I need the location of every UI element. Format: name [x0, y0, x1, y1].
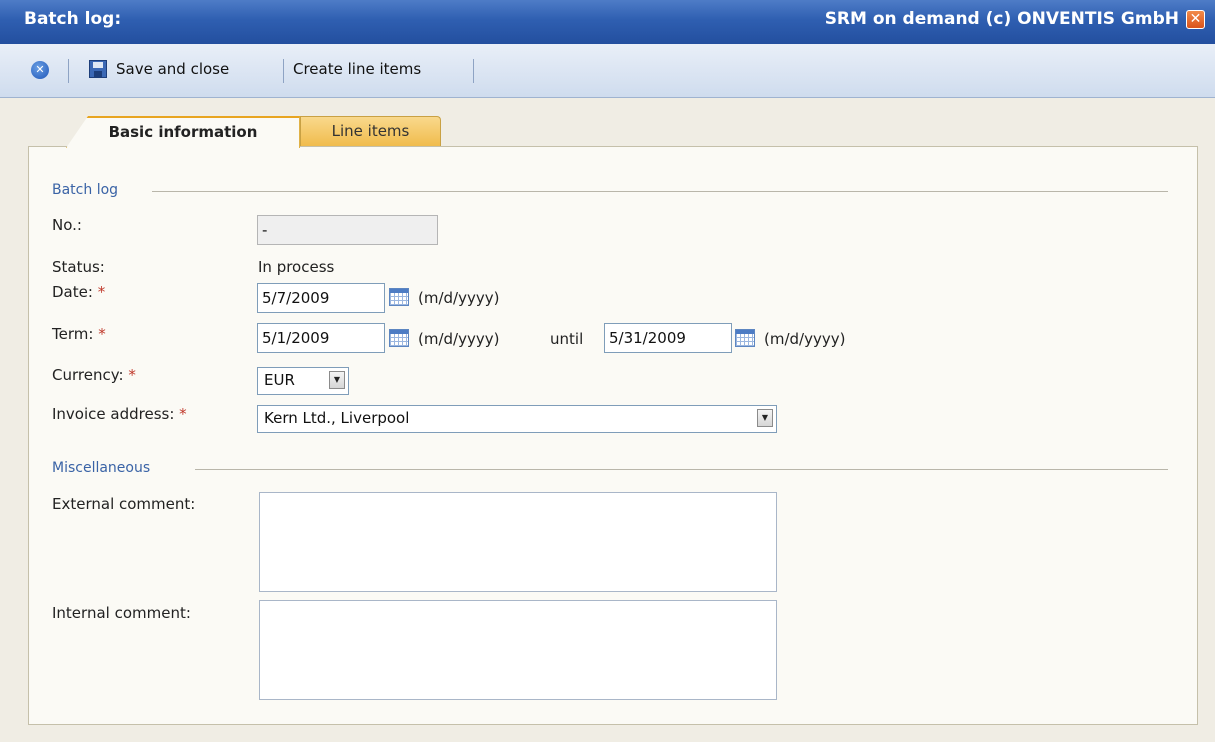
chevron-down-icon[interactable]: ▼	[757, 409, 773, 427]
toolbar-separator	[68, 59, 69, 83]
no-field: -	[257, 215, 438, 245]
section-divider	[195, 469, 1168, 470]
title-bar: Batch log: SRM on demand (c) ONVENTIS Gm…	[0, 0, 1215, 44]
date-input[interactable]: 5/7/2009	[257, 283, 385, 313]
create-line-items-button[interactable]: Create line items	[293, 60, 421, 78]
currency-select[interactable]: EUR ▼	[257, 367, 349, 395]
required-marker: *	[179, 405, 187, 423]
internal-comment-label: Internal comment:	[52, 604, 191, 622]
brand-label: SRM on demand (c) ONVENTIS GmbH	[824, 9, 1179, 29]
invoice-address-select[interactable]: Kern Ltd., Liverpool ▼	[257, 405, 777, 433]
section-miscellaneous: Miscellaneous	[52, 460, 151, 476]
currency-value: EUR	[264, 371, 295, 389]
date-format-hint: (m/d/yyyy)	[418, 289, 500, 307]
status-value: In process	[258, 258, 335, 276]
until-label: until	[550, 330, 584, 348]
close-icon[interactable]: ✕	[1186, 10, 1205, 29]
date-label: Date: *	[52, 283, 106, 301]
external-comment-label: External comment:	[52, 495, 196, 513]
term-to-format-hint: (m/d/yyyy)	[764, 330, 846, 348]
toolbar-separator	[283, 59, 284, 83]
external-comment-textarea[interactable]	[259, 492, 777, 592]
tab-line-items[interactable]: Line items	[300, 116, 441, 147]
required-marker: *	[98, 325, 106, 343]
calendar-icon[interactable]	[735, 329, 755, 347]
calendar-icon[interactable]	[389, 288, 409, 306]
cancel-circle-icon[interactable]: ✕	[31, 61, 49, 79]
section-batch-log: Batch log	[52, 182, 119, 198]
term-label: Term: *	[52, 325, 106, 343]
window-title: Batch log:	[24, 9, 122, 29]
term-from-input[interactable]: 5/1/2009	[257, 323, 385, 353]
invoice-address-label: Invoice address: *	[52, 405, 187, 423]
save-and-close-button[interactable]: Save and close	[116, 60, 229, 78]
chevron-down-icon[interactable]: ▼	[329, 371, 345, 389]
no-label: No.:	[52, 216, 82, 234]
required-marker: *	[97, 283, 106, 301]
calendar-icon[interactable]	[389, 329, 409, 347]
section-divider	[152, 191, 1168, 192]
status-label: Status:	[52, 258, 105, 276]
term-from-format-hint: (m/d/yyyy)	[418, 330, 500, 348]
tab-basic-information[interactable]: Basic information	[66, 116, 300, 148]
toolbar-separator	[473, 59, 474, 83]
toolbar: ✕ Save and close Create line items	[0, 44, 1215, 98]
internal-comment-textarea[interactable]	[259, 600, 777, 700]
currency-label: Currency: *	[52, 366, 136, 384]
invoice-address-value: Kern Ltd., Liverpool	[264, 409, 410, 427]
required-marker: *	[128, 366, 136, 384]
term-to-input[interactable]: 5/31/2009	[604, 323, 732, 353]
save-disk-icon[interactable]	[89, 60, 107, 78]
